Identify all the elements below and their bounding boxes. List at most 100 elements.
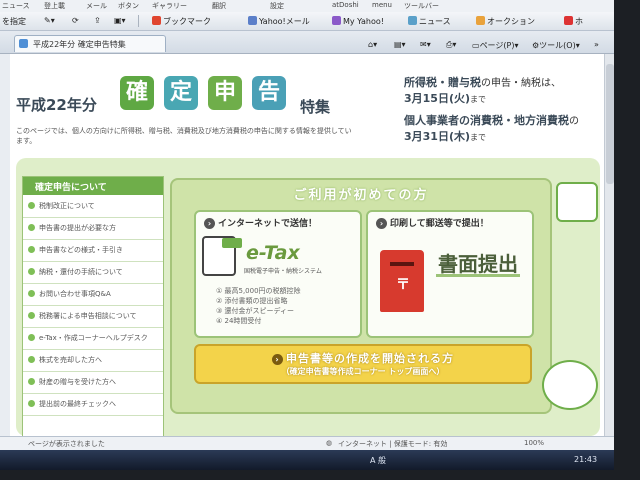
tab-kakutei[interactable]: 平成22年分 確定申告特集 bbox=[14, 35, 166, 52]
menu-item[interactable]: ツールバー bbox=[404, 1, 439, 11]
bullet-icon bbox=[28, 378, 35, 385]
benefit-item: ③ 還付金がスピーディー bbox=[216, 307, 295, 315]
start-button-sublabel: （確定申告書等作成コーナー トップ画面へ） bbox=[281, 367, 445, 376]
clock: 21:43 bbox=[574, 455, 598, 464]
myyahoo-icon bbox=[332, 16, 341, 25]
menu-item[interactable]: menu bbox=[372, 1, 392, 9]
page-title-year: 平成22年分 bbox=[16, 96, 97, 114]
sidebar-item[interactable]: 申告書などの様式・手引き bbox=[23, 240, 163, 262]
deadline-consumption-label: 個人事業者の消費税・地方消費税の bbox=[404, 114, 579, 127]
bullet-icon bbox=[28, 312, 35, 319]
benefit-item: ① 最高5,000円の税額控除 bbox=[216, 287, 301, 295]
tab-bar: 平成22年分 確定申告特集 ⌂▾ ▤▾ ✉▾ ⎙▾ ▭ページ(P)▾ ⚙ツール(… bbox=[0, 31, 614, 54]
sidebar-item[interactable]: お問い合わせ事項Q&A bbox=[23, 284, 163, 306]
page-content: 平成22年分 確 定 申 告 特集 このページでは、個人の方向けに所得税、贈与税… bbox=[10, 54, 604, 436]
intro-text: このページでは、個人の方向けに所得税、贈与税、消費税及び地方消費税の申告に関する… bbox=[16, 127, 352, 145]
menu-item[interactable]: ニュース bbox=[2, 1, 30, 11]
mail-icon bbox=[248, 16, 257, 25]
toolbar-auction[interactable]: オークション bbox=[476, 16, 535, 27]
reload-icon[interactable]: ⟳ bbox=[72, 16, 79, 25]
paper-submit-card[interactable]: › 印刷して郵送等で提出！ 〒 書面提出 bbox=[366, 210, 534, 338]
toolbar-mail[interactable]: Yahoo!メール bbox=[248, 16, 310, 27]
etax-logo: e-Tax bbox=[246, 242, 300, 264]
paper-card-title: › 印刷して郵送等で提出！ bbox=[376, 216, 489, 229]
menu-item[interactable]: メール bbox=[86, 1, 107, 11]
label-underline bbox=[436, 274, 520, 277]
status-text: ページが表示されました bbox=[28, 440, 105, 448]
mascot-decoration-icon bbox=[542, 360, 598, 410]
bullet-icon bbox=[28, 202, 35, 209]
page-menu[interactable]: ▭ページ(P)▾ bbox=[472, 40, 518, 51]
zoom-level[interactable]: 100% bbox=[524, 439, 544, 447]
internet-card-title: › インターネットで送信！ bbox=[204, 216, 317, 229]
postbox-slot bbox=[390, 262, 414, 266]
sidebar-heading: 確定申告について bbox=[23, 177, 163, 195]
bullet-icon bbox=[28, 356, 35, 363]
mascot-decoration-icon bbox=[556, 182, 598, 222]
title-kanji: 定 bbox=[164, 76, 198, 110]
sidebar-item[interactable]: 申告書の提出が必要な方 bbox=[23, 218, 163, 240]
title-kanji: 確 bbox=[120, 76, 154, 110]
home-icon[interactable]: ⌂▾ bbox=[368, 40, 377, 49]
start-creation-button[interactable]: › 申告書等の作成を開始される方 （確定申告書等作成コーナー トップ画面へ） bbox=[194, 344, 532, 384]
home-icon bbox=[564, 16, 573, 25]
toolbar-news[interactable]: ニュース bbox=[408, 16, 451, 27]
taskbar: A 般 21:43 bbox=[0, 450, 614, 470]
bullet-icon bbox=[28, 224, 35, 231]
first-time-panel: ご利用が初めての方 › インターネットで送信！ e-Tax 国税電子申告・納税シス… bbox=[170, 178, 552, 414]
sidebar-item[interactable]: 税務署による申告相談について bbox=[23, 306, 163, 328]
help-icon[interactable]: » bbox=[594, 40, 599, 49]
arrow-right-icon: › bbox=[376, 218, 387, 229]
sidebar-item[interactable]: 納税・還付の手続について bbox=[23, 262, 163, 284]
menu-item[interactable]: 登上載 bbox=[44, 1, 65, 11]
benefit-item: ② 添付書類の提出省略 bbox=[216, 297, 288, 305]
mail-icon[interactable]: ✉▾ bbox=[420, 40, 431, 49]
toolbar-bookmark[interactable]: ブックマーク bbox=[152, 16, 211, 27]
menu-item[interactable]: ボタン bbox=[118, 1, 139, 11]
sidebar-item[interactable]: 提出前の最終チェックへ bbox=[23, 394, 163, 416]
vertical-scrollbar[interactable] bbox=[604, 54, 614, 436]
sidebar-item[interactable]: 税制改正について bbox=[23, 196, 163, 218]
page-icon[interactable]: ▣▾ bbox=[114, 16, 126, 25]
arrow-right-icon: › bbox=[204, 218, 215, 229]
sidebar-item[interactable]: e-Tax・作成コーナーヘルプデスク bbox=[23, 328, 163, 350]
tools-menu[interactable]: ⚙ツール(O)▾ bbox=[532, 40, 580, 51]
toolbar-search-option[interactable]: を指定 bbox=[2, 16, 26, 27]
postal-mark-icon: 〒 bbox=[396, 277, 410, 293]
bullet-icon bbox=[28, 290, 35, 297]
etax-subtitle: 国税電子申告・納税システム bbox=[244, 268, 322, 275]
internet-submit-card[interactable]: › インターネットで送信！ e-Tax 国税電子申告・納税システム ① 最高5,0… bbox=[194, 210, 362, 338]
toolbar-home[interactable]: ホ bbox=[564, 16, 583, 27]
pen-icon[interactable]: ✎▾ bbox=[44, 16, 55, 25]
deadline-income-label: 所得税・贈与税の申告・納税は、 bbox=[404, 76, 561, 89]
title-kanji: 告 bbox=[252, 76, 286, 110]
menu-item[interactable]: atDoshi bbox=[332, 1, 359, 9]
ime-tray[interactable]: A 般 bbox=[370, 455, 386, 466]
bullet-icon bbox=[28, 268, 35, 275]
sidebar-item[interactable]: 株式を売却した方へ bbox=[23, 350, 163, 372]
page-title-tokushu: 特集 bbox=[300, 98, 331, 116]
bullet-icon bbox=[28, 400, 35, 407]
status-bar: ページが表示されました ◍ インターネット | 保護モード: 有効 100% bbox=[0, 436, 614, 451]
toolbar-divider bbox=[138, 15, 139, 27]
share-icon[interactable]: ⇪ bbox=[94, 16, 101, 25]
yahoo-toolbar: を指定 ✎▾ ⟳ ⇪ ▣▾ ブックマーク Yahoo!メール My Yahoo!… bbox=[0, 12, 614, 31]
feed-icon[interactable]: ▤▾ bbox=[394, 40, 406, 49]
sidebar-menu: 確定申告について 税制改正について 申告書の提出が必要な方 申告書などの様式・手… bbox=[22, 176, 164, 436]
news-icon bbox=[408, 16, 417, 25]
menu-item[interactable]: ギャラリー bbox=[152, 1, 187, 11]
sidebar-item[interactable]: 財産の贈与を受けた方へ bbox=[23, 372, 163, 394]
menu-item[interactable]: 翻訳 bbox=[212, 1, 226, 11]
arrow-right-icon: › bbox=[272, 354, 283, 365]
print-icon[interactable]: ⎙▾ bbox=[446, 40, 456, 50]
toolbar-myyahoo[interactable]: My Yahoo! bbox=[332, 16, 384, 26]
first-time-heading: ご利用が初めての方 bbox=[293, 188, 429, 203]
scrollbar-thumb[interactable] bbox=[606, 64, 614, 184]
bullet-icon bbox=[28, 334, 35, 341]
bullet-icon bbox=[28, 246, 35, 253]
benefit-item: ④ 24時間受付 bbox=[216, 317, 262, 325]
bookmark-icon bbox=[152, 16, 161, 25]
menu-item[interactable]: 設定 bbox=[270, 1, 284, 11]
deadline-consumption-date: 3月31日(木)まで bbox=[404, 130, 487, 143]
security-zone: インターネット | 保護モード: 有効 bbox=[338, 440, 448, 448]
